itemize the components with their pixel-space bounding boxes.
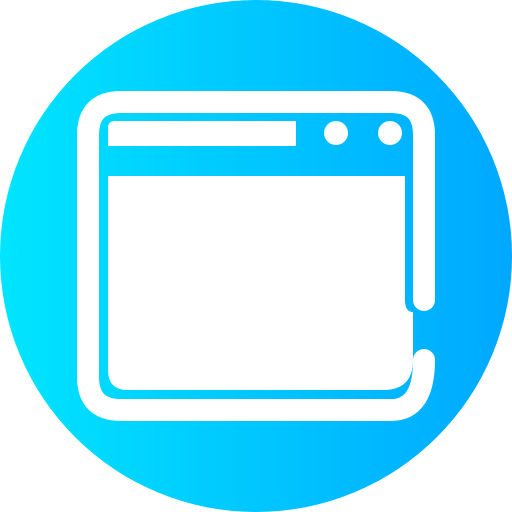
window-control-dot (324, 121, 348, 145)
icon-canvas (0, 0, 512, 512)
title-bar (108, 121, 296, 146)
window-control-dot (378, 121, 402, 145)
browser-window-list-icon (0, 0, 512, 512)
